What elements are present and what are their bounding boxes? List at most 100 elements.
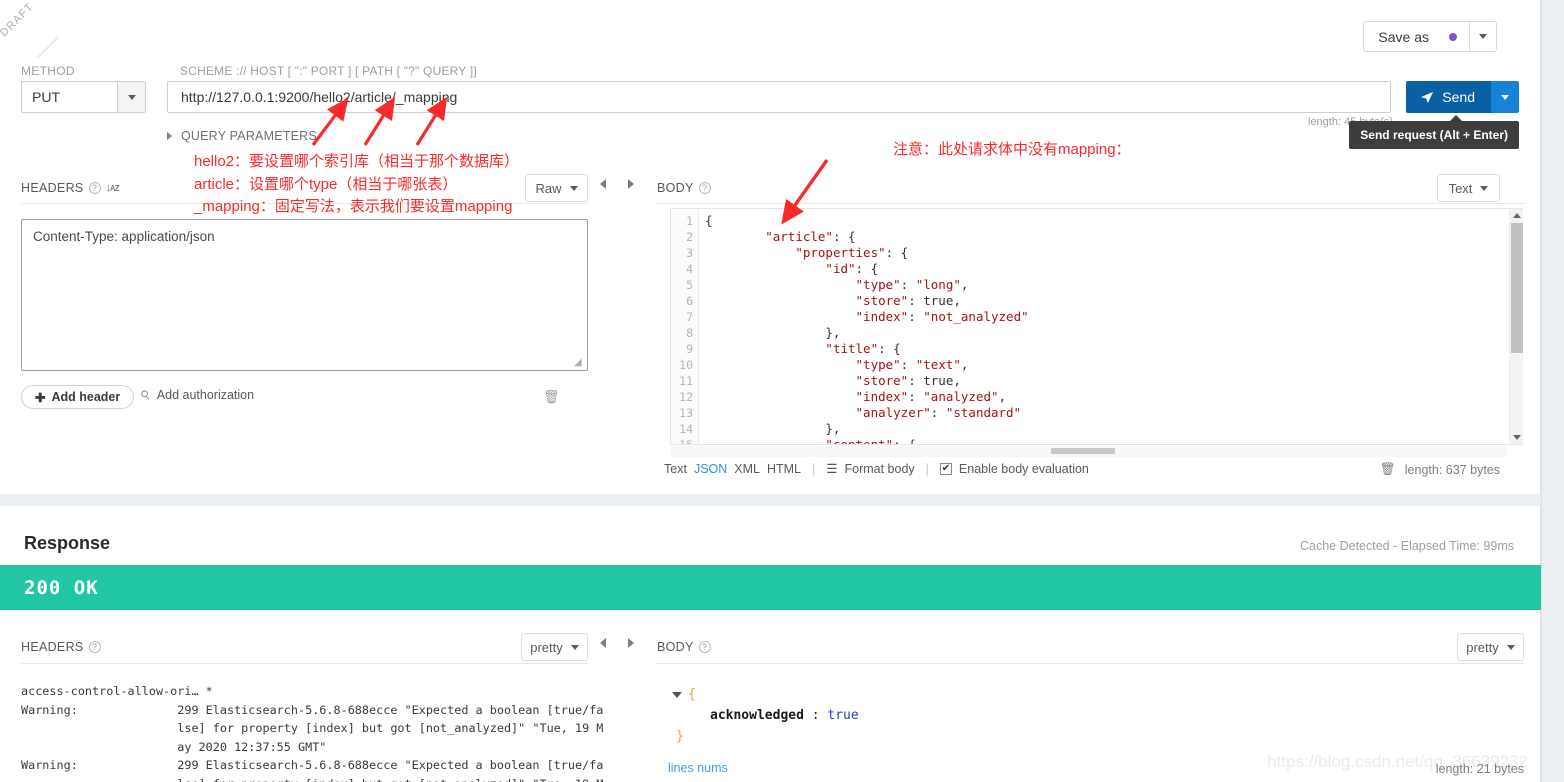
response-panel: Response Cache Detected - Elapsed Time: … <box>0 506 1541 782</box>
format-body-icon: ☰ <box>826 462 838 476</box>
help-icon[interactable]: ? <box>88 641 101 653</box>
body-length-group: 🗑 length: 637 bytes <box>1380 462 1500 477</box>
line-number: 1 <box>686 214 693 228</box>
response-title: Response <box>24 533 111 553</box>
scroll-down-icon[interactable] <box>1513 435 1521 440</box>
help-icon[interactable]: ? <box>698 641 711 653</box>
body-vertical-scrollbar[interactable] <box>1509 209 1523 444</box>
send-dropdown-button[interactable] <box>1491 81 1519 113</box>
add-header-button[interactable]: ✚ Add header <box>21 385 135 409</box>
response-cache-info: Cache Detected - Elapsed Time: 99ms <box>1300 539 1514 553</box>
code-line: }, <box>705 421 841 436</box>
format-body-button[interactable]: Format body <box>844 462 914 476</box>
response-body-format-select[interactable]: pretty <box>1457 633 1524 661</box>
method-dropdown-button[interactable] <box>117 82 145 112</box>
body-format-html[interactable]: HTML <box>767 462 801 476</box>
page-scrollbar-gutter[interactable] <box>1541 0 1564 782</box>
body-format-xml[interactable]: XML <box>734 462 760 476</box>
send-tooltip: Send request (Alt + Enter) <box>1349 115 1519 149</box>
collapse-right-icon[interactable] <box>628 179 634 189</box>
key-icon: ⚲ <box>137 386 154 404</box>
json-value: true <box>827 708 859 723</box>
add-authorization-button[interactable]: ⚲ Add authorization <box>137 386 254 404</box>
line-number: 9 <box>686 342 693 356</box>
code-line: "article": { <box>765 229 856 244</box>
collapse-left-icon[interactable] <box>600 638 606 648</box>
draft-ribbon: DRAFT <box>0 0 58 58</box>
body-code-content[interactable]: { "article": { "properties": { "id": { "… <box>699 209 1522 444</box>
url-format-label: SCHEME :// HOST [ ":" PORT ] [ PATH [ "?… <box>180 64 477 78</box>
line-number: 14 <box>679 422 693 436</box>
body-horizontal-scrollbar[interactable] <box>671 446 1507 457</box>
headers-format-select[interactable]: Raw <box>525 174 588 202</box>
method-label: METHOD <box>21 64 75 78</box>
save-as-dropdown-button[interactable] <box>1469 21 1497 52</box>
body-length-label: length: 637 bytes <box>1404 462 1500 477</box>
draft-ribbon-band <box>0 0 58 58</box>
response-headers-format-select[interactable]: pretty <box>521 633 588 661</box>
divider: | <box>812 461 816 476</box>
body-section-label: BODY ? <box>657 181 711 195</box>
enable-body-evaluation-checkbox[interactable]: ✔ <box>939 462 952 475</box>
headers-input[interactable]: Content-Type: application/json <box>21 219 588 371</box>
send-label: Send <box>1442 89 1475 105</box>
line-number: 4 <box>686 262 693 276</box>
line-number: 10 <box>679 358 693 372</box>
body-line-numbers: 1 2 3 4 5 6 7 8 9 10 11 12 13 14 15 <box>671 209 699 444</box>
json-key: acknowledged <box>710 708 804 723</box>
help-icon[interactable]: ? <box>698 182 711 194</box>
code-line: "analyzer": "standard" <box>855 405 1022 420</box>
line-number: 15 <box>679 438 693 445</box>
paper-plane-icon <box>1421 91 1434 103</box>
body-format-value: Text <box>1448 180 1473 196</box>
body-code-editor[interactable]: 1 2 3 4 5 6 7 8 9 10 11 12 13 14 15 { "article": { "pr… <box>670 208 1523 445</box>
query-parameters-toggle[interactable]: QUERY PARAMETERS <box>167 129 317 143</box>
chevron-down-icon <box>1479 34 1487 39</box>
json-open-brace: { <box>688 687 696 702</box>
scrollbar-thumb[interactable] <box>1511 223 1523 353</box>
response-body-divider <box>657 663 1524 664</box>
help-icon[interactable]: ? <box>88 182 101 194</box>
tree-collapse-icon[interactable] <box>672 691 682 698</box>
resize-grip-icon[interactable]: ◢ <box>574 357 582 368</box>
collapse-right-icon[interactable] <box>628 638 634 648</box>
scrollbar-thumb[interactable] <box>1051 448 1115 454</box>
save-as-button[interactable]: Save as <box>1363 21 1469 52</box>
chevron-down-icon <box>569 185 578 191</box>
method-value: PUT <box>32 89 60 105</box>
scroll-up-icon[interactable] <box>1513 213 1521 218</box>
request-panel-arrows <box>600 179 634 189</box>
chevron-down-icon <box>127 94 136 100</box>
response-headers-label-text: HEADERS <box>21 640 84 654</box>
json-colon: : <box>811 708 820 723</box>
unsaved-dot-icon <box>1449 32 1457 41</box>
headers-section-label: HEADERS ? ↓ᴀᴢ <box>21 181 121 195</box>
line-number: 11 <box>679 374 693 388</box>
body-format-text[interactable]: Text <box>664 462 687 476</box>
json-property-line: acknowledged : true <box>672 705 859 726</box>
line-number: 7 <box>686 310 693 324</box>
sort-icon[interactable]: ↓ᴀᴢ <box>106 182 121 194</box>
response-length-label: length: 21 bytes <box>1435 762 1524 776</box>
code-line: "properties": { <box>795 245 909 260</box>
lines-nums-link[interactable]: lines nums <box>668 761 728 775</box>
collapse-left-icon[interactable] <box>600 179 606 189</box>
url-input[interactable]: http://127.0.0.1:9200/hello2/article/_ma… <box>167 81 1391 113</box>
chevron-down-icon <box>570 644 579 650</box>
code-line: "index": "analyzed", <box>855 389 1007 404</box>
send-button[interactable]: Send <box>1406 81 1491 113</box>
delete-headers-icon[interactable]: 🗑 <box>543 389 560 405</box>
code-line: { <box>705 213 713 228</box>
method-select[interactable]: PUT <box>21 81 146 113</box>
line-number: 3 <box>686 246 693 260</box>
clear-body-icon[interactable]: 🗑 <box>1380 462 1396 477</box>
code-line: "type": "long", <box>855 277 969 292</box>
response-body-label: BODY ? <box>657 640 711 654</box>
save-as-group: Save as <box>1363 21 1497 52</box>
response-body-content: { acknowledged : true } <box>672 684 859 747</box>
headers-format-value: Raw <box>535 180 562 196</box>
body-format-json[interactable]: JSON <box>694 462 727 476</box>
response-headers-format-value: pretty <box>530 639 563 655</box>
body-format-select[interactable]: Text <box>1437 174 1500 202</box>
enable-body-evaluation-label: Enable body evaluation <box>958 461 1089 476</box>
